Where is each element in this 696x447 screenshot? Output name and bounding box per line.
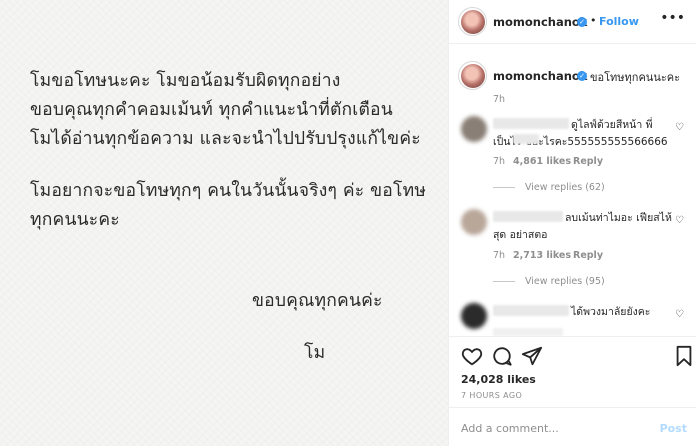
comment-1-likes[interactable]: 4,861 likes (513, 156, 571, 167)
comment-2-reply-button[interactable]: Reply (573, 250, 603, 261)
comment-icon[interactable] (491, 345, 513, 367)
post-header: momonchanok ✓ • Follow ••• (449, 0, 696, 44)
image-text-line-5: ทุกคนนะคะ (30, 210, 120, 230)
comment-input[interactable]: Add a comment... (461, 422, 559, 435)
bookmark-icon[interactable] (673, 345, 695, 367)
comment-3-like-icon[interactable]: ♡ (675, 309, 684, 320)
follow-button[interactable]: Follow (599, 15, 639, 28)
image-text-line-3: โมได้อ่านทุกข้อความ และจะนำไปปรับปรุงแก้… (30, 129, 421, 149)
comment-3-username-redacted (493, 305, 569, 316)
comment-1-username-redacted (493, 118, 569, 129)
post-image[interactable]: โมขอโทษนะคะ โมขอน้อมรับผิดทุกอย่าง ขอบคุ… (0, 0, 448, 446)
share-icon[interactable] (521, 345, 543, 367)
comment-1-like-icon[interactable]: ♡ (675, 122, 684, 133)
posted-time: 7 HOURS AGO (461, 391, 523, 400)
instagram-post: โมขอโทษนะคะ โมขอน้อมรับผิดทุกอย่าง ขอบคุ… (0, 0, 696, 447)
comment-3-text: ได้พวงมาลัยยังคะ (571, 306, 651, 318)
verified-badge-icon: ✓ (577, 17, 587, 27)
add-comment-bar: Add a comment... Post (449, 407, 696, 447)
caption-time: 7h (493, 94, 506, 105)
more-options-icon[interactable]: ••• (660, 10, 685, 26)
comment-2-text: ลบเม้นท่าไมอะ เฟียสไห้ (565, 212, 672, 224)
comment-1-time: 7h (493, 156, 506, 167)
header-username[interactable]: momonchanok (493, 15, 587, 29)
comment-2-avatar[interactable] (461, 209, 487, 235)
caption-verified-icon: ✓ (577, 71, 587, 81)
image-text-signoff: ขอบคุณทุกคนค่ะ (252, 291, 383, 311)
avatar[interactable] (461, 10, 485, 34)
comment-1-reply-button[interactable]: Reply (573, 156, 603, 167)
post-side-panel: momonchanok ✓ • Follow ••• momonchanok ✓… (448, 0, 696, 447)
comment-1-avatar[interactable] (461, 116, 487, 142)
comment-3-meta-redacted (493, 328, 563, 336)
caption-text: ขอโทษทุกคนนะคะ (590, 71, 681, 84)
heart-icon[interactable] (461, 345, 483, 367)
image-text-line-2: ขอบคุณทุกคำคอมเม้นท์ ทุกคำแนะนำที่ตักเตื… (30, 100, 393, 120)
comment-3-avatar[interactable] (461, 303, 487, 329)
caption-avatar[interactable] (461, 64, 485, 88)
post-button[interactable]: Post (660, 422, 687, 435)
comment-1-view-replies[interactable]: View replies (62) (493, 182, 605, 193)
caption-username[interactable]: momonchanok (493, 69, 587, 83)
comment-2-text-line-2: สุด อย่าสตอ (493, 229, 548, 241)
image-text-signature: โม (304, 343, 326, 363)
comment-2-time: 7h (493, 250, 506, 261)
comment-2-view-replies[interactable]: View replies (95) (493, 276, 605, 287)
image-text-line-4: โมอยากจะขอโทษทุกๆ คนในวันนั้นจริงๆ ค่ะ ข… (30, 181, 427, 201)
comment-2-like-icon[interactable]: ♡ (675, 215, 684, 226)
comment-2-likes[interactable]: 2,713 likes (513, 250, 571, 261)
image-text-line-1: โมขอโทษนะคะ โมขอน้อมรับผิดทุกอย่าง (30, 71, 341, 91)
comment-1-text: ดูไลฟ์ด้วยสีหน้า พี่ (571, 119, 653, 131)
comment-2-username-redacted (493, 211, 563, 222)
header-separator: • (590, 14, 597, 27)
likes-count[interactable]: 24,028 likes (461, 373, 536, 386)
comment-1-inline-redacted (513, 134, 539, 144)
